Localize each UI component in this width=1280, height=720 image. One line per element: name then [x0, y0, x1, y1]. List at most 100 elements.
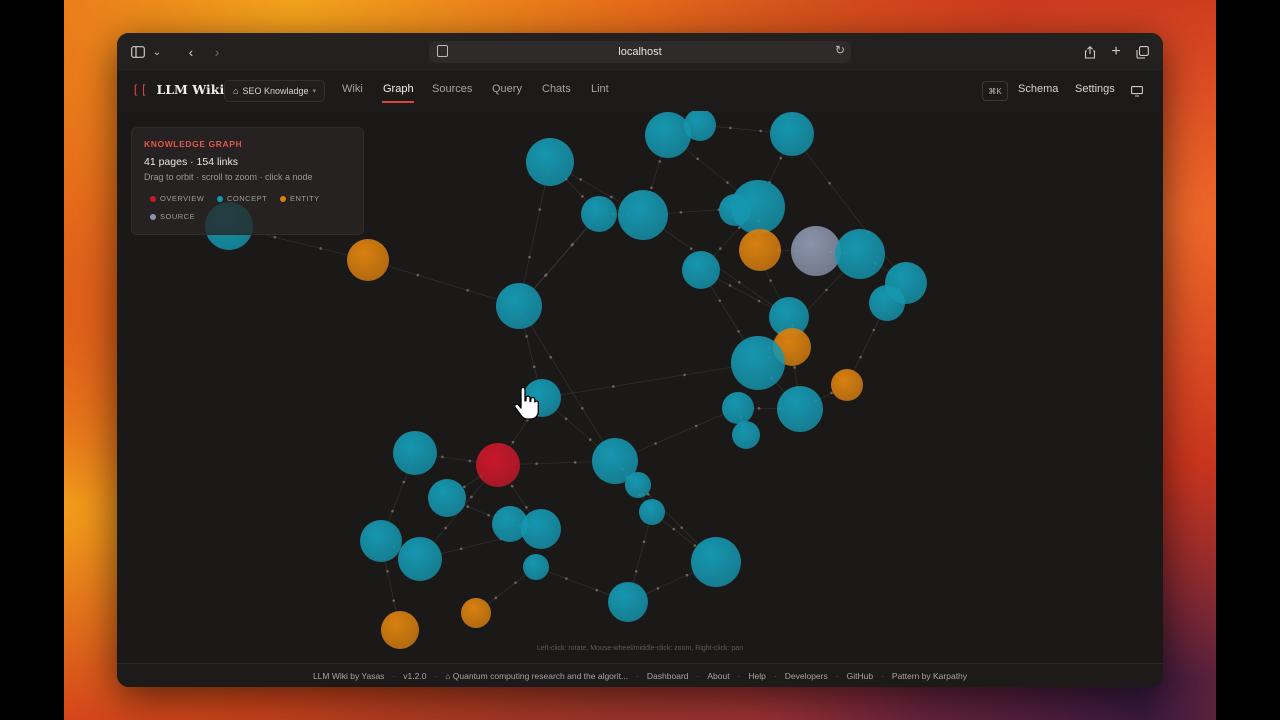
- forward-icon[interactable]: ›: [207, 41, 227, 63]
- controls-hint: Left-click: rotate, Mouse-wheel/middle-c…: [536, 645, 744, 652]
- footer-about-link[interactable]: About: [707, 671, 729, 681]
- concept-node[interactable]: [608, 582, 648, 622]
- legend-label: ENTITY: [290, 194, 320, 203]
- link-particle: [610, 195, 613, 199]
- nav-chats[interactable]: Chats: [542, 83, 571, 95]
- nav-schema[interactable]: Schema: [1018, 83, 1058, 95]
- link-particle: [581, 195, 584, 198]
- footer-separator: ·: [835, 671, 839, 681]
- app-logo[interactable]: [[ LLM Wiki: [132, 82, 224, 97]
- graph-hint: Drag to orbit · scroll to zoom · click a…: [144, 172, 313, 182]
- concept-node[interactable]: [581, 196, 617, 232]
- command-palette-shortcut[interactable]: ⌘K: [982, 81, 1008, 101]
- legend-source: SOURCE: [150, 212, 195, 221]
- concept-node[interactable]: [719, 194, 751, 226]
- footer-current-project[interactable]: ⌂ Quantum computing research and the alg…: [445, 671, 628, 681]
- entity-node[interactable]: [831, 369, 863, 401]
- reload-icon[interactable]: ↻: [835, 43, 845, 57]
- chevron-down-icon[interactable]: ⌄: [151, 41, 163, 63]
- concept-node[interactable]: [496, 283, 542, 329]
- link-particle: [679, 211, 683, 214]
- knowledge-graph-canvas[interactable]: KNOWLEDGE GRAPH 41 pages · 154 links Dra…: [117, 111, 1163, 663]
- overview-dot: [150, 195, 156, 202]
- footer-separator: ·: [696, 671, 700, 681]
- knowledge-base-selector[interactable]: ⌂ SEO Knowladge ▾: [224, 80, 325, 102]
- link-particle: [549, 355, 552, 359]
- entity-node[interactable]: [739, 229, 781, 271]
- legend-label: CONCEPT: [227, 194, 268, 203]
- link-particle: [634, 570, 638, 573]
- overview-node[interactable]: [476, 443, 520, 487]
- footer-separator: ·: [434, 671, 438, 681]
- back-icon[interactable]: ‹: [181, 41, 201, 63]
- concept-node[interactable]: [691, 537, 741, 587]
- concept-node[interactable]: [625, 472, 651, 498]
- footer-credit[interactable]: LLM Wiki by Yasas: [313, 671, 385, 681]
- footer-dashboard-link[interactable]: Dashboard: [647, 671, 689, 681]
- nav-graph[interactable]: Graph: [383, 83, 414, 95]
- footer-help-link[interactable]: Help: [748, 671, 765, 681]
- link-particle: [683, 373, 686, 377]
- footer-developers-link[interactable]: Developers: [785, 671, 828, 681]
- footer-separator: ·: [636, 671, 639, 681]
- link-particle: [564, 417, 568, 421]
- concept-dot: [217, 195, 223, 202]
- concept-node[interactable]: [731, 336, 785, 390]
- nav-settings[interactable]: Settings: [1075, 83, 1115, 95]
- link-particle: [689, 247, 693, 250]
- concept-node[interactable]: [777, 386, 823, 432]
- nav-query[interactable]: Query: [492, 83, 522, 95]
- page-menu-icon[interactable]: [437, 45, 448, 57]
- concept-node[interactable]: [526, 138, 574, 186]
- link-particle: [525, 505, 528, 509]
- link-particle: [459, 547, 463, 551]
- nav-sources[interactable]: Sources: [432, 83, 472, 95]
- link-particle: [391, 509, 394, 513]
- concept-node[interactable]: [732, 421, 760, 449]
- screen: ⌄ ‹ › localhost ↻ + [[ LLM Wiki ⌂ SEO Kn…: [0, 0, 1280, 720]
- link-particle: [757, 407, 761, 410]
- nav-wiki[interactable]: Wiki: [342, 83, 363, 95]
- link-particle: [718, 299, 722, 302]
- concept-node[interactable]: [398, 537, 442, 581]
- address-bar[interactable]: localhost ↻: [429, 41, 851, 63]
- concept-node[interactable]: [645, 112, 691, 158]
- concept-node[interactable]: [393, 431, 437, 475]
- concept-node[interactable]: [682, 251, 720, 289]
- footer-pattern-link[interactable]: Pattern by Karpathy: [892, 671, 967, 681]
- sidebar-toggle-icon[interactable]: [129, 41, 147, 63]
- concept-node[interactable]: [618, 190, 668, 240]
- new-tab-icon[interactable]: +: [1107, 41, 1125, 63]
- link-particle: [538, 208, 542, 211]
- footer-github-link[interactable]: GitHub: [847, 671, 873, 681]
- concept-node[interactable]: [521, 509, 561, 549]
- entity-dot: [280, 195, 286, 202]
- link-particle: [514, 581, 517, 584]
- concept-node[interactable]: [722, 392, 754, 424]
- concept-node[interactable]: [770, 112, 814, 156]
- chevron-down-icon: ▾: [312, 88, 316, 95]
- link-particle: [525, 335, 528, 338]
- concept-node[interactable]: [869, 285, 905, 321]
- link-particle: [468, 459, 472, 463]
- link-particle: [579, 178, 582, 181]
- share-icon[interactable]: [1081, 41, 1099, 63]
- concept-node[interactable]: [835, 229, 885, 279]
- nav-lint[interactable]: Lint: [591, 83, 609, 95]
- tabs-overview-icon[interactable]: [1133, 41, 1151, 63]
- concept-node[interactable]: [360, 520, 402, 562]
- concept-node[interactable]: [523, 554, 549, 580]
- concept-node[interactable]: [639, 499, 665, 525]
- link-particle: [672, 527, 676, 531]
- source-node[interactable]: [791, 226, 841, 276]
- entity-node[interactable]: [347, 239, 389, 281]
- link-particle: [544, 273, 548, 277]
- entity-node[interactable]: [381, 611, 419, 649]
- link-particle: [769, 279, 772, 282]
- entity-node[interactable]: [461, 598, 491, 628]
- app-name: LLM Wiki: [156, 82, 225, 97]
- link-particle: [859, 355, 862, 359]
- concept-node[interactable]: [428, 479, 466, 517]
- display-icon[interactable]: [1129, 80, 1145, 102]
- link-particle: [470, 495, 473, 499]
